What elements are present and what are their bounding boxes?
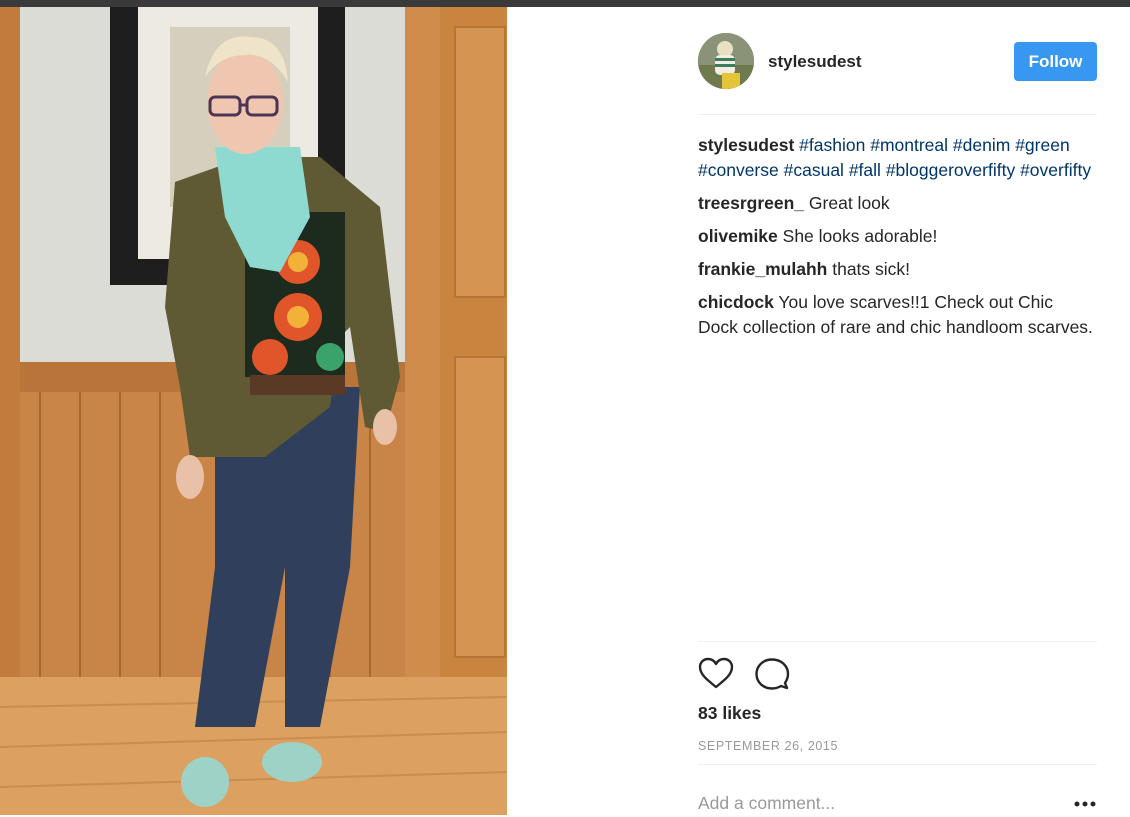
comment-item: chicdock You love scarves!!1 Check out C…: [698, 290, 1097, 340]
hashtag[interactable]: #bloggeroverfifty: [886, 160, 1015, 180]
action-bar: [698, 656, 818, 692]
comment-bubble-icon[interactable]: [754, 656, 790, 692]
comment-text: She looks adorable!: [782, 226, 938, 246]
caption-username[interactable]: stylesudest: [698, 135, 794, 155]
hashtag[interactable]: #casual: [784, 160, 844, 180]
post-header: stylesudest Follow: [698, 33, 1097, 91]
likes-count[interactable]: 83 likes: [698, 703, 761, 724]
more-options-icon[interactable]: [1073, 796, 1097, 812]
comment-text: thats sick!: [832, 259, 911, 279]
hashtag[interactable]: #montreal: [870, 135, 948, 155]
hashtag[interactable]: #overfifty: [1020, 160, 1091, 180]
post-photo[interactable]: [0, 7, 507, 815]
comment-item: olivemike She looks adorable!: [698, 224, 1097, 249]
post-date: SEPTEMBER 26, 2015: [698, 739, 839, 753]
comment-username[interactable]: treesrgreen_: [698, 193, 804, 213]
comment-item: treesrgreen_ Great look: [698, 191, 1097, 216]
comment-item: frankie_mulahh thats sick!: [698, 257, 1097, 282]
comments-list: stylesudest #fashion #montreal #denim #g…: [698, 133, 1097, 348]
hashtag[interactable]: #denim: [953, 135, 1010, 155]
comment-username[interactable]: chicdock: [698, 292, 774, 312]
hashtag[interactable]: #fashion: [799, 135, 865, 155]
comment-input-divider: [698, 764, 1097, 765]
window-top-strip: [0, 0, 1130, 7]
hashtag[interactable]: #green: [1015, 135, 1070, 155]
hashtag[interactable]: #converse: [698, 160, 779, 180]
avatar[interactable]: [698, 33, 754, 89]
post-side-panel: [507, 7, 1130, 815]
comment-username[interactable]: olivemike: [698, 226, 778, 246]
comment-username[interactable]: frankie_mulahh: [698, 259, 827, 279]
heart-icon[interactable]: [698, 656, 734, 692]
actions-divider: [698, 641, 1097, 642]
post-username[interactable]: stylesudest: [768, 52, 862, 72]
add-comment-input[interactable]: [698, 791, 1058, 815]
hashtag[interactable]: #fall: [849, 160, 881, 180]
header-divider: [698, 114, 1097, 115]
caption: stylesudest #fashion #montreal #denim #g…: [698, 133, 1097, 183]
comment-text: Great look: [808, 193, 890, 213]
follow-button[interactable]: Follow: [1014, 42, 1097, 81]
